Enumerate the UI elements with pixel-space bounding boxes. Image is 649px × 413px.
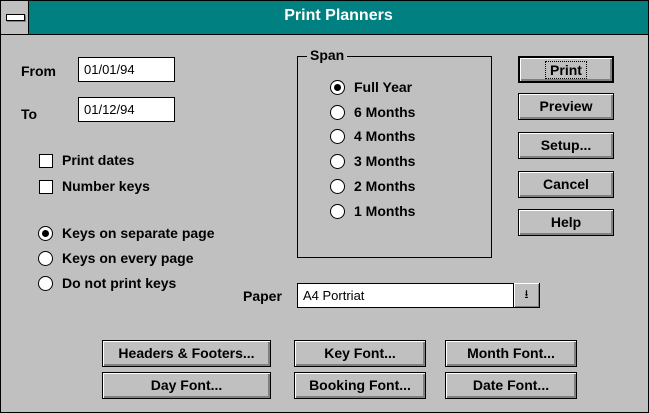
span-3-months-radio[interactable] [330,154,345,169]
paper-label: Paper [243,288,282,304]
no-print-keys-radio[interactable] [38,276,53,291]
span-6-months-radio[interactable] [330,105,345,120]
title-bar: Print Planners [1,1,648,35]
keys-every-page-radio[interactable] [38,251,53,266]
number-keys-label: Number keys [62,178,150,194]
span-full-year-label: Full Year [354,79,413,95]
span-1-months-radio[interactable] [330,204,345,219]
print-dates-checkbox[interactable] [39,154,53,168]
dropdown-arrow-icon: ⭳ [524,287,529,301]
headers-footers-button[interactable]: Headers & Footers... [102,340,271,367]
system-menu-icon [6,14,25,21]
no-print-keys-label: Do not print keys [62,275,177,291]
cancel-button[interactable]: Cancel [518,171,614,198]
key-font-button[interactable]: Key Font... [294,340,426,367]
paper-dropdown-button[interactable]: ⭳ [513,283,539,307]
preview-button[interactable]: Preview [518,93,614,120]
span-2-months-radio[interactable] [330,179,345,194]
span-6-months-label: 6 Months [354,104,416,120]
help-button[interactable]: Help [518,209,614,236]
date-font-button[interactable]: Date Font... [445,372,577,399]
print-planners-dialog: Print Planners From 01/01/94 To 01/12/94… [0,0,649,413]
from-date-field[interactable]: 01/01/94 [78,57,175,82]
from-label: From [21,63,56,79]
span-4-months-radio[interactable] [330,129,345,144]
setup-button[interactable]: Setup... [518,132,614,159]
to-label: To [21,106,38,122]
month-font-button[interactable]: Month Font... [445,340,577,367]
number-keys-checkbox[interactable] [39,180,53,194]
window-title: Print Planners [284,7,393,24]
keys-every-page-label: Keys on every page [62,250,194,266]
day-font-button[interactable]: Day Font... [102,372,271,399]
span-full-year-radio[interactable] [330,80,345,95]
to-date-field[interactable]: 01/12/94 [78,97,175,122]
print-button-label: Print [545,61,587,79]
print-button[interactable]: Print [518,56,614,83]
span-2-months-label: 2 Months [354,178,416,194]
system-menu-button[interactable] [1,1,29,34]
keys-separate-page-radio[interactable] [38,226,53,241]
print-dates-label: Print dates [62,152,135,168]
booking-font-button[interactable]: Booking Font... [294,372,426,399]
span-3-months-label: 3 Months [354,153,416,169]
keys-separate-page-label: Keys on separate page [62,225,215,241]
span-1-months-label: 1 Months [354,203,416,219]
paper-select[interactable]: A4 Portriat [297,283,540,308]
span-4-months-label: 4 Months [354,128,416,144]
span-group-label: Span [307,47,348,63]
